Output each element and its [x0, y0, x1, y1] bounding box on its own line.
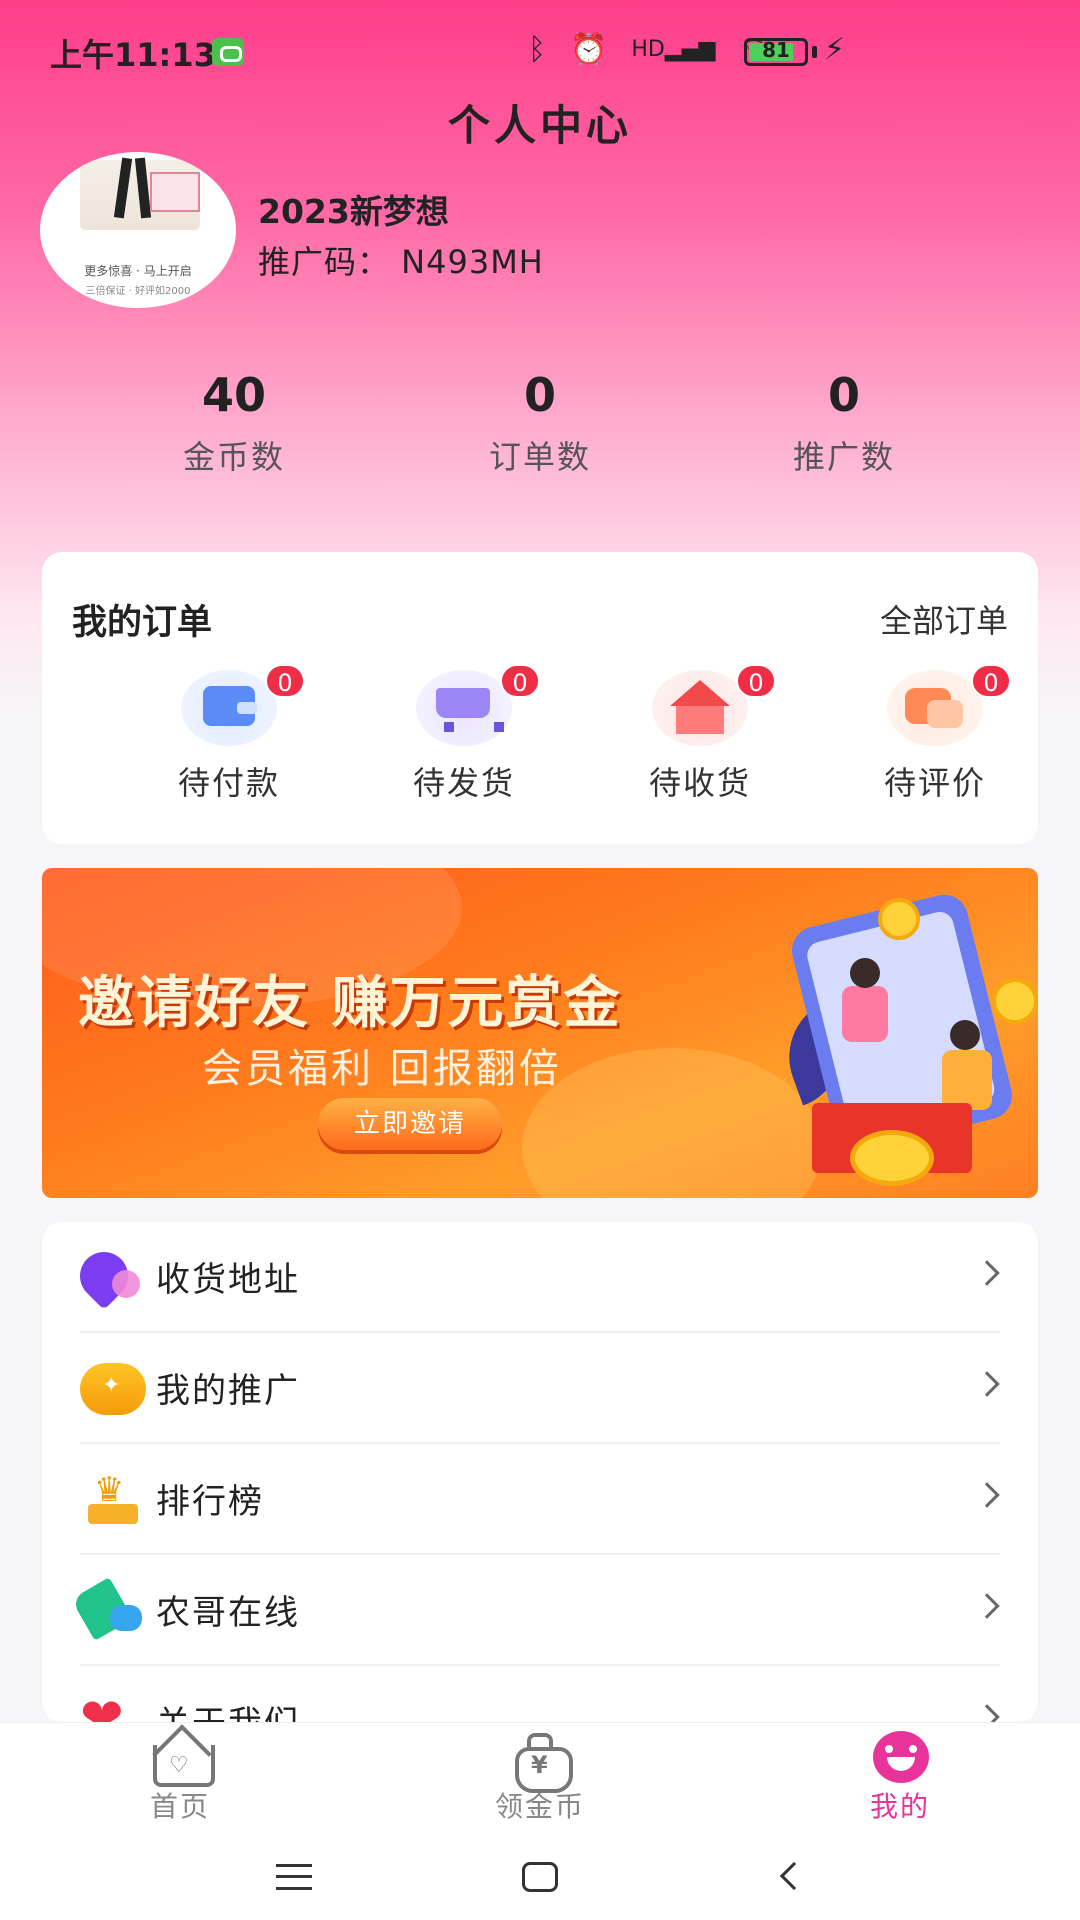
coin-icon [80, 1363, 146, 1415]
back-button[interactable] [779, 1861, 809, 1891]
bluetooth-icon: ᛒ [528, 32, 546, 67]
menu-label: 排行榜 [156, 1482, 264, 1522]
order-pending-receipt[interactable]: 0 待收货 [610, 664, 790, 804]
banner-title: 邀请好友 赚万元赏金 [78, 971, 622, 1036]
hd-signal-icon: HD▂▄▆ [631, 37, 716, 62]
chevron-right-icon [974, 1482, 1000, 1508]
order-count-badge: 0 [736, 664, 776, 698]
menu-label: 农哥在线 [156, 1593, 300, 1633]
tab-label: 首页 [149, 1790, 210, 1823]
person-illustration [850, 958, 880, 988]
order-pending-shipment[interactable]: 0 待发货 [374, 664, 554, 804]
stat-label: 推广数 [792, 438, 895, 476]
menu-item-leaderboard[interactable]: 排行榜 [42, 1444, 1038, 1555]
phone-icon [80, 1585, 142, 1637]
stat-coins[interactable]: 40 金币数 [134, 368, 334, 478]
chat-icon: 0 [887, 664, 1011, 746]
banner-subtitle: 会员福利 回报翻倍 [202, 1046, 562, 1092]
menu-label: 收货地址 [156, 1260, 300, 1300]
invite-now-button[interactable]: 立即邀请 [318, 1098, 502, 1150]
order-label: 待发货 [412, 764, 515, 802]
order-label: 待收货 [648, 764, 751, 802]
menu-item-my-promotion[interactable]: 我的推广 [42, 1333, 1038, 1444]
stat-label: 订单数 [488, 438, 591, 476]
order-label: 待付款 [177, 764, 280, 802]
menu-item-about-us[interactable]: 关于我们 [42, 1666, 1038, 1722]
menu-label: 关于我们 [156, 1696, 300, 1722]
promo-code: 推广码： N493MH [258, 243, 544, 281]
stat-value: 40 [201, 368, 266, 422]
stat-label: 金币数 [182, 438, 285, 476]
status-time: 上午11:13 [50, 36, 216, 74]
status-icons: ᛒ ⏰ HD▂▄▆ ⌔ [528, 30, 768, 70]
heart-icon [80, 1688, 138, 1722]
page-title: 个人中心 [447, 101, 632, 150]
location-pin-icon [80, 1252, 140, 1304]
avatar-subcaption: 三倍保证 · 好评如2000 [85, 286, 191, 297]
chevron-right-icon [974, 1371, 1000, 1397]
orders-title: 我的订单 [72, 603, 213, 643]
menu-item-online-support[interactable]: 农哥在线 [42, 1555, 1038, 1666]
cart-icon: 0 [416, 664, 540, 746]
invite-banner[interactable]: 邀请好友 赚万元赏金 会员福利 回报翻倍 立即邀请 [42, 868, 1038, 1198]
order-count-badge: 0 [265, 664, 305, 698]
chevron-right-icon [974, 1260, 1000, 1286]
home-button[interactable] [522, 1862, 558, 1892]
tab-mine[interactable]: 我的 [820, 1731, 980, 1825]
smile-icon [869, 1731, 931, 1785]
home-icon: ♡ [149, 1731, 215, 1787]
coin-icon [850, 1130, 934, 1186]
menu-item-address[interactable]: 收货地址 [42, 1222, 1038, 1333]
tab-home[interactable]: ♡ 首页 [100, 1731, 260, 1825]
chevron-right-icon [974, 1704, 1000, 1722]
avatar-caption: 更多惊喜 · 马上开启 [84, 264, 192, 278]
avatar[interactable]: 更多惊喜 · 马上开启 三倍保证 · 好评如2000 [40, 152, 236, 308]
status-bar: 上午11:13 ᛒ ⏰ HD▂▄▆ ⌔ 81 ⚡ [0, 0, 1080, 100]
charging-icon: ⚡ [824, 32, 846, 67]
person-illustration [950, 1020, 980, 1050]
recent-apps-button[interactable] [276, 1864, 312, 1890]
menu-list: 收货地址 我的推广 排行榜 农哥在线 关于我们 [42, 1222, 1038, 1722]
money-bag-icon [509, 1731, 573, 1793]
order-label: 待评价 [883, 764, 986, 802]
username: 2023新梦想 [258, 192, 449, 231]
order-count-badge: 0 [971, 664, 1011, 698]
chevron-right-icon [974, 1593, 1000, 1619]
order-pending-review[interactable]: 0 待评价 [845, 664, 1025, 804]
tab-get-coins[interactable]: 领金币 [460, 1731, 620, 1825]
house-icon: 0 [652, 664, 776, 746]
stat-value: 0 [523, 368, 556, 422]
wallet-icon: 0 [181, 664, 305, 746]
tab-label: 我的 [869, 1790, 930, 1823]
battery-icon: 81 [744, 38, 808, 66]
coin-icon [992, 978, 1038, 1024]
order-pending-payment[interactable]: 0 待付款 [139, 664, 319, 804]
stat-promotions[interactable]: 0 推广数 [744, 368, 944, 478]
trophy-icon [80, 1470, 138, 1526]
wechat-notification-icon [212, 38, 244, 66]
all-orders-link[interactable]: 全部订单 [880, 596, 1008, 642]
menu-label: 我的推广 [156, 1371, 300, 1411]
order-count-badge: 0 [500, 664, 540, 698]
system-navigation-bar [0, 1840, 1080, 1920]
coin-icon [878, 898, 920, 940]
stat-value: 0 [827, 368, 860, 422]
bottom-tab-bar: ♡ 首页 领金币 我的 [0, 1722, 1080, 1840]
stat-orders[interactable]: 0 订单数 [440, 368, 640, 478]
my-orders-card: 我的订单 全部订单 0 待付款 0 待发货 0 待收货 0 待评价 [42, 552, 1038, 844]
alarm-icon: ⏰ [570, 32, 608, 67]
